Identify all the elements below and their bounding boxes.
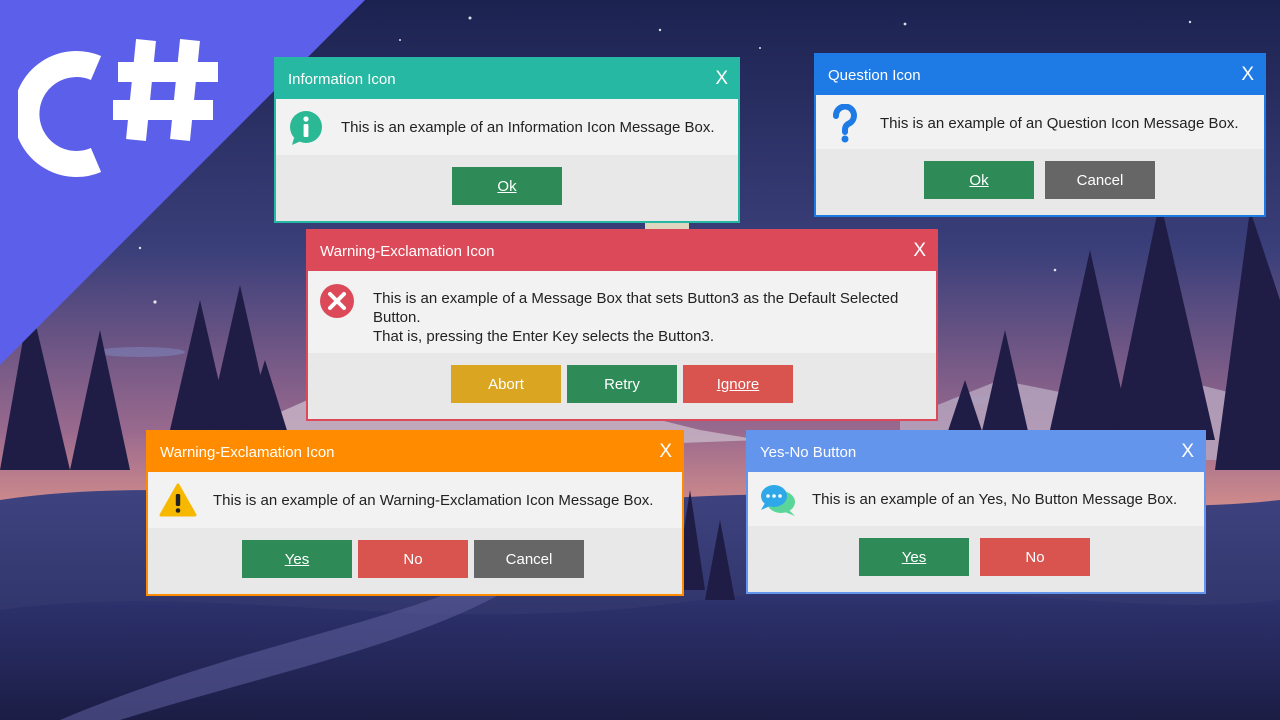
yes-button[interactable]: Yes [859,538,969,576]
title-bar[interactable]: Warning-Exclamation Icon X [148,432,682,472]
close-button[interactable]: X [913,231,926,271]
chat-icon [761,485,795,516]
dialog-footer: Yes No Cancel [148,528,682,594]
title-bar[interactable]: Information Icon X [276,59,738,99]
dialog-body: This is an example of an Question Icon M… [816,95,1264,151]
dialog-message: This is an example of an Question Icon M… [880,115,1239,132]
message-line: This is an example of a Message Box that… [373,290,899,307]
error-dialog: Warning-Exclamation Icon X This is an ex… [306,229,938,421]
dialog-title: Information Icon [288,70,396,88]
info-icon [290,111,322,145]
dialog-title: Warning-Exclamation Icon [160,443,335,461]
no-button[interactable]: No [980,538,1090,576]
information-dialog: Information Icon X This is an example of… [274,57,740,223]
ok-button[interactable]: Ok [452,167,562,205]
dialog-footer: Ok Cancel [816,149,1264,215]
ok-button[interactable]: Ok [924,161,1034,199]
close-button[interactable]: X [659,432,672,472]
dialog-title: Question Icon [828,66,921,84]
dialog-body: This is an example of an Information Ico… [276,99,738,157]
no-button[interactable]: No [358,540,468,578]
dialog-message: This is an example of an Warning-Exclama… [213,492,654,509]
title-bar[interactable]: Yes-No Button X [748,432,1204,472]
question-icon [833,104,857,143]
question-dialog: Question Icon X This is an example of an… [814,53,1266,217]
close-button[interactable]: X [1181,432,1194,472]
title-bar[interactable]: Question Icon X [816,55,1264,95]
dialog-footer: Ok [276,155,738,221]
retry-button[interactable]: Retry [567,365,677,403]
cancel-button[interactable]: Cancel [1045,161,1155,199]
close-button[interactable]: X [715,59,728,99]
dialog-body: This is an example of an Warning-Exclama… [148,472,682,530]
dialog-title: Yes-No Button [760,443,857,461]
yes-button[interactable]: Yes [242,540,352,578]
dialog-message: This is an example of an Information Ico… [341,119,715,136]
dialog-message: This is an example of an Yes, No Button … [812,491,1178,508]
dialog-footer: Abort Retry Ignore [308,353,936,419]
close-button[interactable]: X [1241,55,1254,95]
message-line: That is, pressing the Enter Key selects … [373,328,715,345]
dialog-body: This is an example of an Yes, No Button … [748,472,1204,528]
message-line: Button. [373,309,421,326]
title-bar[interactable]: Warning-Exclamation Icon X [308,231,936,271]
yes-no-dialog: Yes-No Button X This is an example of an… [746,430,1206,594]
dialog-body: This is an example of a Message Box that… [308,271,936,355]
cancel-button[interactable]: Cancel [474,540,584,578]
dialog-title: Warning-Exclamation Icon [320,242,495,260]
csharp-logo [18,39,218,177]
dialog-message: This is an example of a Message Box that… [373,289,898,346]
warning-icon [159,483,197,517]
ignore-button[interactable]: Ignore [683,365,793,403]
dialog-footer: Yes No [748,526,1204,592]
abort-button[interactable]: Abort [451,365,561,403]
warning-dialog: Warning-Exclamation Icon X This is an ex… [146,430,684,596]
error-icon [320,284,354,318]
